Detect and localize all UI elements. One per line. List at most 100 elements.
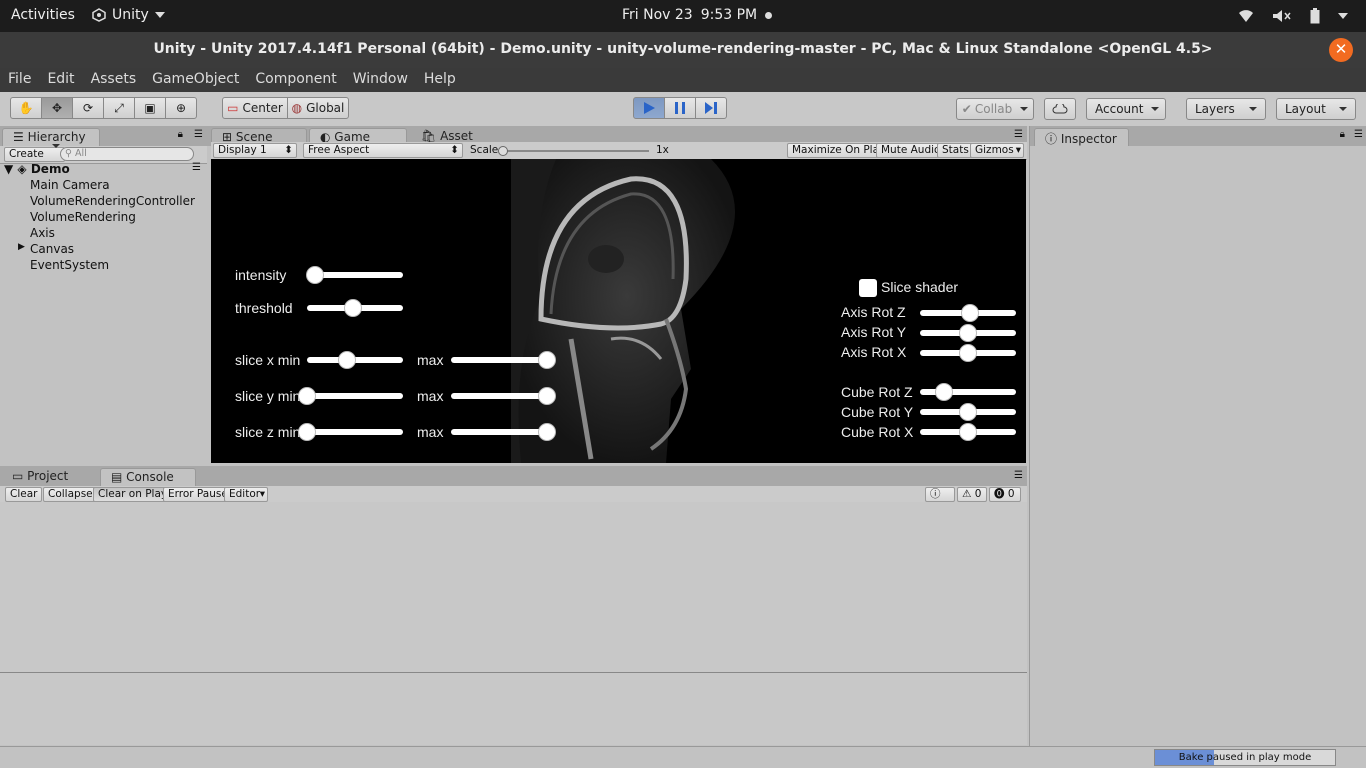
console-collapse-button[interactable]: Collapse [43, 487, 98, 502]
panel-menu-icon[interactable]: ☰ [194, 129, 203, 140]
center-panel-menu-icon[interactable]: ☰ [1014, 129, 1023, 140]
canvas-expand-icon[interactable]: ▶ [18, 242, 25, 252]
tab-console[interactable]: ▤ Console [100, 468, 196, 486]
step-button[interactable] [695, 97, 727, 119]
cube-rot-z-knob[interactable] [935, 383, 953, 401]
menu-component[interactable]: Component [255, 68, 343, 92]
axis-rot-x-knob[interactable] [959, 344, 977, 362]
threshold-slider[interactable] [307, 299, 403, 317]
close-window-button[interactable]: ✕ [1329, 38, 1353, 62]
inspector-menu-icon[interactable]: ☰ [1354, 129, 1363, 140]
console-error-filter[interactable]: ⓿ 0 [989, 487, 1021, 502]
inspector-lock-icon[interactable]: 🔒︎ [1340, 129, 1345, 140]
intensity-slider-knob[interactable] [305, 266, 324, 284]
hierarchy-item-event-system[interactable]: EventSystem [30, 258, 109, 272]
menu-file[interactable]: File [8, 68, 38, 92]
tab-project[interactable]: ▭ Project [2, 468, 98, 486]
console-editor-dropdown[interactable]: Editor ▾ [224, 487, 268, 502]
axis-rot-z-knob[interactable] [960, 304, 979, 322]
stats-toggle[interactable]: Stats [937, 143, 974, 158]
hierarchy-item-canvas[interactable]: Canvas [30, 242, 74, 256]
maximize-on-play-toggle[interactable]: Maximize On Play [787, 143, 891, 158]
slice-z-max-knob[interactable] [538, 423, 556, 441]
menu-assets[interactable]: Assets [91, 68, 144, 92]
slice-y-min-knob[interactable] [298, 387, 316, 405]
account-dropdown[interactable]: Account [1086, 98, 1166, 120]
slice-x-max-slider[interactable] [451, 351, 556, 369]
clock[interactable]: Fri Nov 23 9:53 PM [622, 7, 773, 23]
console-log-area[interactable] [0, 502, 1027, 745]
menu-window[interactable]: Window [353, 68, 415, 92]
pivot-global-button[interactable]: ◍ Global [287, 97, 349, 119]
layout-dropdown[interactable]: Layout [1276, 98, 1356, 120]
hand-tool-button[interactable]: ✋ [10, 97, 42, 119]
activities-button[interactable]: Activities [11, 7, 75, 23]
global-icon: ◍ [291, 101, 303, 115]
cube-rot-z-slider[interactable] [920, 383, 1016, 401]
axis-rot-y-knob[interactable] [959, 324, 977, 342]
slice-z-max-slider[interactable] [451, 423, 556, 441]
pivot-center-button[interactable]: ▭ Center [222, 97, 288, 119]
tab-hierarchy[interactable]: ☰ Hierarchy [2, 128, 100, 146]
bottom-panel-menu-icon[interactable]: ☰ [1014, 470, 1023, 481]
console-clear-button[interactable]: Clear [5, 487, 43, 502]
rotate-tool-button[interactable]: ⟳ [72, 97, 104, 119]
play-button[interactable] [633, 97, 665, 119]
scale-tool-button[interactable]: ⤢ [103, 97, 135, 119]
intensity-slider[interactable] [305, 266, 403, 284]
menu-help[interactable]: Help [424, 68, 463, 92]
slice-z-min-knob[interactable] [298, 423, 316, 441]
slice-z-min-slider[interactable] [298, 423, 403, 441]
slice-y-max-slider[interactable] [451, 387, 556, 405]
hierarchy-search-input[interactable]: ⚲ All [60, 147, 194, 161]
cube-rot-x-knob[interactable] [959, 423, 977, 441]
rect-tool-button[interactable]: ▣ [134, 97, 166, 119]
scale-slider[interactable] [498, 146, 649, 156]
scene-root-row[interactable]: ▼ ◈ Demo [4, 162, 70, 176]
move-tool-button[interactable]: ✥ [41, 97, 73, 119]
display-dropdown[interactable]: Display 1 ⬍ [213, 143, 297, 158]
threshold-slider-knob[interactable] [344, 299, 363, 317]
console-clear-on-play-toggle[interactable]: Clear on Play [93, 487, 173, 502]
slice-x-min-slider[interactable] [307, 351, 403, 369]
console-info-filter[interactable]: ⓘ 0 [925, 487, 955, 513]
menu-edit[interactable]: Edit [47, 68, 81, 92]
console-toolbar: Clear Collapse Clear on Play Error Pause… [0, 486, 1027, 513]
scene-menu-icon[interactable]: ☰ [192, 162, 201, 173]
cloud-button[interactable] [1044, 98, 1076, 120]
slice-y-max-knob[interactable] [538, 387, 556, 405]
axis-rot-y-slider[interactable] [920, 324, 1016, 342]
console-warning-filter[interactable]: ⚠ 0 [957, 487, 987, 502]
hierarchy-item-volume-rendering-controller[interactable]: VolumeRenderingController [30, 194, 195, 208]
tab-inspector[interactable]: ⓘ Inspector [1034, 128, 1129, 146]
pause-button[interactable] [664, 97, 696, 119]
axis-rot-x-slider[interactable] [920, 344, 1016, 362]
app-menu[interactable]: Unity [92, 7, 165, 23]
scale-slider-knob[interactable] [498, 146, 508, 156]
lock-icon[interactable]: 🔒︎ [178, 129, 183, 140]
slice-x-max-knob[interactable] [538, 351, 556, 369]
axis-rot-z-slider[interactable] [920, 304, 1016, 322]
volume-muted-icon [1273, 10, 1291, 22]
cube-rot-y-knob[interactable] [959, 403, 977, 421]
layers-dropdown[interactable]: Layers [1186, 98, 1266, 120]
hierarchy-item-main-camera[interactable]: Main Camera [30, 178, 110, 192]
aspect-dropdown[interactable]: Free Aspect ⬍ [303, 143, 463, 158]
mute-audio-toggle[interactable]: Mute Audio [876, 143, 946, 158]
slice-y-min-slider[interactable] [298, 387, 403, 405]
hierarchy-item-volume-rendering[interactable]: VolumeRendering [30, 210, 136, 224]
collab-dropdown[interactable]: ✔ Collab [956, 98, 1034, 120]
gizmos-dropdown[interactable]: Gizmos ▾ [970, 143, 1024, 158]
cube-rot-y-slider[interactable] [920, 403, 1016, 421]
transform-tool-button[interactable]: ⊕ [165, 97, 197, 119]
slice-shader-checkbox[interactable] [859, 279, 877, 297]
console-split-divider[interactable] [0, 672, 1027, 673]
cube-rot-x-slider[interactable] [920, 423, 1016, 441]
game-view[interactable]: intensity threshold slice x min max slic… [211, 159, 1026, 463]
menu-gameobject[interactable]: GameObject [152, 68, 246, 92]
system-tray[interactable] [1238, 8, 1348, 24]
play-icon [644, 102, 655, 114]
hierarchy-item-axis[interactable]: Axis [30, 226, 55, 240]
create-dropdown[interactable]: Create [4, 147, 65, 162]
console-error-pause-toggle[interactable]: Error Pause [163, 487, 233, 502]
